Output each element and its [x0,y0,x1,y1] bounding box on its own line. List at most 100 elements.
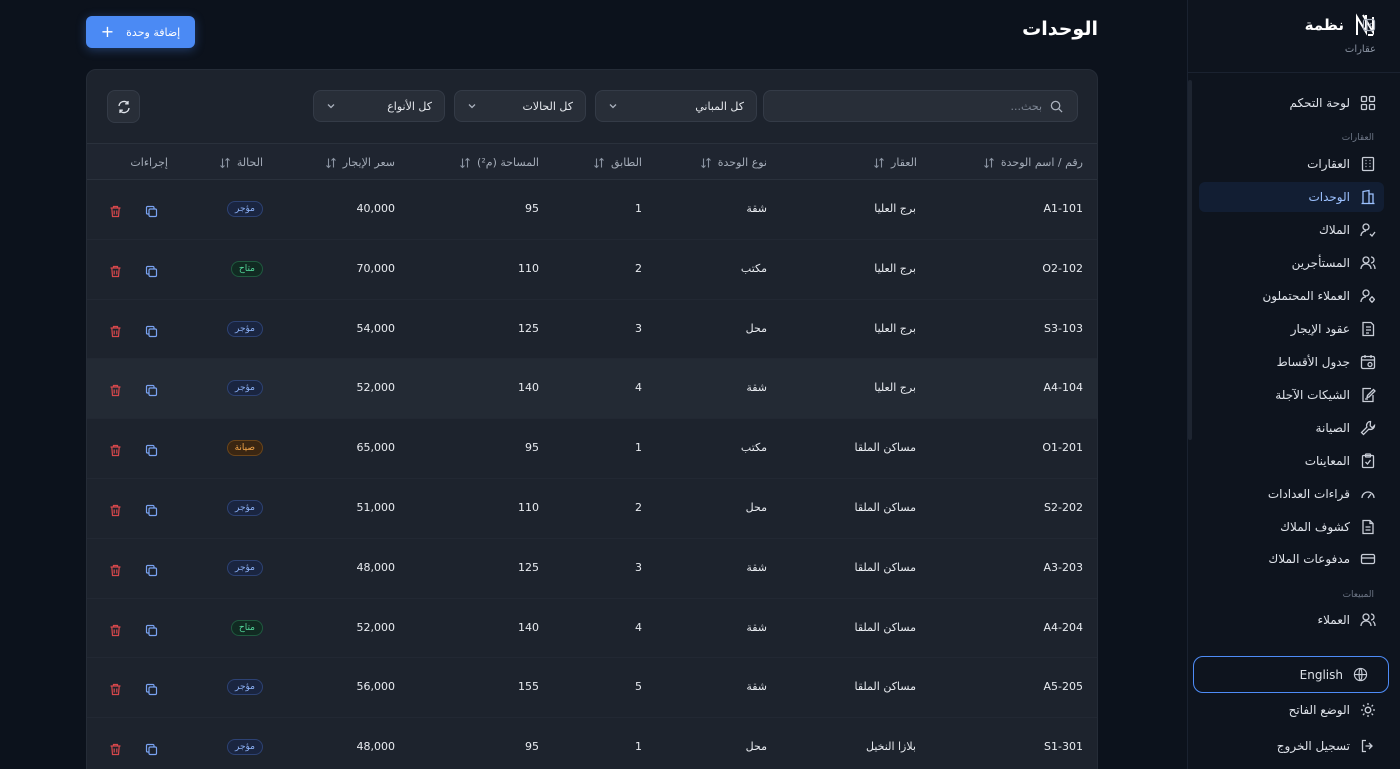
table-row[interactable]: A5-205 مساكن الملقا شقة 5 155 56,000 مؤجر [87,658,1097,719]
delete-icon[interactable] [109,562,122,576]
cell-rent: 54,000 [356,321,396,335]
status-filter-select[interactable]: كل الحالات [454,90,586,122]
language-label: English [1299,667,1343,682]
copy-icon[interactable] [145,442,158,457]
language-toggle-button[interactable]: English [1193,656,1389,693]
cell-unit: S3-103 [1044,321,1083,335]
cell-type: شقة [746,381,767,395]
units-icon [1361,189,1375,205]
delete-icon[interactable] [109,203,122,218]
refresh-icon [117,100,130,113]
delete-icon[interactable] [109,502,122,517]
cell-area: 110 [518,261,539,275]
status-badge: مؤجر [227,320,263,337]
units-panel: بحث... كل المباني كل الحالات كل الأنواع … [86,69,1098,769]
cell-property: برج العليا [874,381,916,395]
sidebar-divider [1188,72,1400,73]
sidebar-item-clients[interactable]: العملاء [1199,605,1384,635]
cell-area: 95 [525,740,539,754]
sidebar-item-inspections[interactable]: المعاينات [1199,446,1384,476]
clients-icon [1360,613,1376,627]
table-row[interactable]: O2-102 برج العليا مكتب 2 110 70,000 متاح [87,240,1097,300]
status-filter-value: كل الحالات [522,99,573,113]
sidebar-item-owners[interactable]: الملاك [1199,215,1384,245]
type-filter-select[interactable]: كل الأنواع [313,90,445,122]
sidebar-item-label: العملاء [1317,613,1350,627]
sidebar-item-meters[interactable]: قراءات العدادات [1199,479,1384,509]
table-row[interactable]: A4-204 مساكن الملقا شقة 4 140 52,000 متاح [87,599,1097,659]
sidebar-item-maintenance[interactable]: الصيانة [1199,413,1384,443]
copy-icon[interactable] [145,263,158,277]
table-row[interactable]: O1-201 مساكن الملقا مكتب 1 95 65,000 صيانة [87,419,1097,479]
table-row[interactable]: S2-202 مساكن الملقا محل 2 110 51,000 مؤجر [87,479,1097,539]
col-header-property[interactable]: العقار [873,156,917,169]
cell-property: مساكن الملقا [854,560,917,574]
gauge-icon [1361,491,1375,499]
building-icon [1361,156,1375,172]
logout-button[interactable]: تسجيل الخروج [1199,731,1384,761]
logout-icon [1361,739,1373,753]
copy-icon[interactable] [145,562,158,576]
col-header-type[interactable]: نوع الوحدة [700,156,767,169]
col-header-rent[interactable]: سعر الإيجار [325,156,395,169]
copy-icon[interactable] [145,203,158,218]
col-header-actions: إجراءات [130,156,168,169]
copy-icon[interactable] [145,681,158,696]
sidebar-item-dashboard[interactable]: لوحة التحكم [1199,88,1384,118]
copy-icon[interactable] [145,502,158,517]
status-badge: متاح [230,619,263,636]
copy-icon[interactable] [145,323,158,337]
leads-icon [1360,289,1375,303]
sort-icon [984,157,994,168]
col-header-area[interactable]: المساحة (م²) [459,156,539,169]
delete-icon[interactable] [109,442,122,457]
search-input[interactable]: بحث... [763,90,1078,122]
wrench-icon [1360,420,1376,436]
sidebar-item-tenants[interactable]: المستأجرين [1199,248,1384,278]
sidebar-item-properties[interactable]: العقارات [1199,149,1384,179]
cell-floor: 5 [635,680,642,694]
add-unit-button[interactable]: إضافة وحدة + [86,16,195,48]
delete-icon[interactable] [109,622,122,636]
sidebar-item-label: المستأجرين [1291,256,1350,270]
sidebar-item-label: العقارات [1307,157,1350,171]
table-row[interactable]: A4-104 برج العليا شقة 4 140 52,000 مؤجر [87,359,1097,420]
sort-icon [220,157,230,168]
sidebar-item-units[interactable]: الوحدات [1199,182,1384,212]
cell-rent: 51,000 [356,500,396,514]
cell-unit: A3-203 [1043,560,1084,574]
collapse-sidebar-icon[interactable] [1362,18,1376,32]
brand-name: نظمة [1304,16,1344,34]
statement-icon [1362,519,1374,535]
delete-icon[interactable] [109,263,122,277]
sidebar-item-owner-payments[interactable]: مدفوعات الملاك [1199,544,1384,574]
section-label-sales: المبيعات [1342,590,1374,600]
theme-toggle-button[interactable]: الوضع الفاتح [1199,695,1384,725]
sidebar-item-leases[interactable]: عقود الإيجار [1199,314,1384,344]
table-row[interactable]: A3-203 مساكن الملقا شقة 3 125 48,000 مؤجر [87,539,1097,599]
cell-property: بلازا النخيل [866,740,916,754]
sidebar-scrollbar[interactable] [1188,80,1192,440]
sidebar-item-installments[interactable]: جدول الأقساط [1199,347,1384,377]
copy-icon[interactable] [145,382,158,397]
delete-icon[interactable] [109,681,122,696]
col-header-status[interactable]: الحالة [219,156,263,169]
table-row[interactable]: S1-301 بلازا النخيل محل 1 95 48,000 مؤجر [87,718,1097,769]
sidebar-item-cheques[interactable]: الشيكات الآجلة [1199,380,1384,410]
copy-icon[interactable] [145,741,158,756]
cell-type: مكتب [740,261,767,275]
table-row[interactable]: S3-103 برج العليا محل 3 125 54,000 مؤجر [87,300,1097,360]
delete-icon[interactable] [109,323,122,337]
col-header-floor[interactable]: الطابق [593,156,642,169]
sidebar-item-leads[interactable]: العملاء المحتملون [1199,281,1384,311]
col-header-unit[interactable]: رقم / اسم الوحدة [983,156,1083,169]
copy-icon[interactable] [145,622,158,636]
delete-icon[interactable] [109,382,122,397]
delete-icon[interactable] [109,741,122,756]
cell-rent: 70,000 [356,261,396,275]
table-row[interactable]: A1-101 برج العليا شقة 1 95 40,000 مؤجر [87,180,1097,240]
building-filter-select[interactable]: كل المباني [595,90,757,122]
sidebar-item-label: كشوف الملاك [1280,520,1350,534]
refresh-button[interactable] [107,90,140,123]
sidebar-item-owner-statements[interactable]: كشوف الملاك [1199,512,1384,542]
